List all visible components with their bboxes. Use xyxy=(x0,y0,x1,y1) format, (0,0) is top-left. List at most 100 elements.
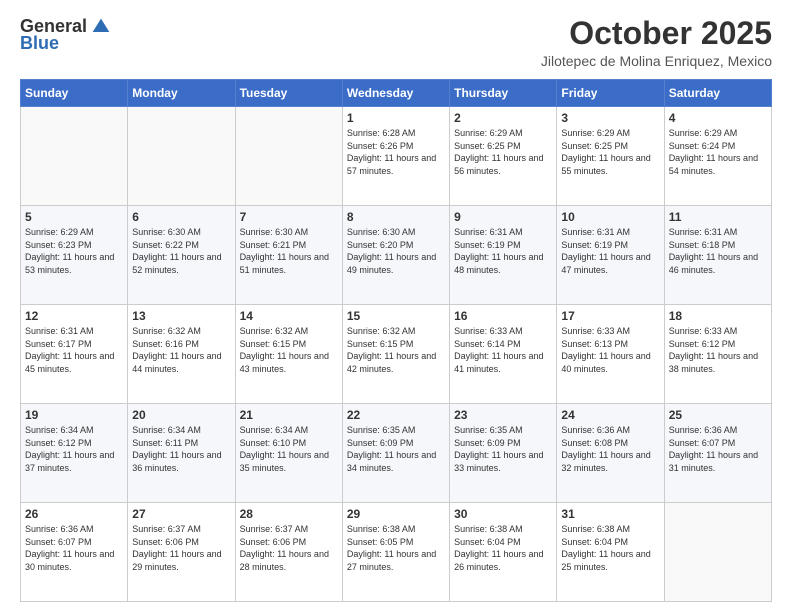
day-info: Sunrise: 6:31 AMSunset: 6:18 PMDaylight:… xyxy=(669,227,758,275)
calendar-week-row: 19 Sunrise: 6:34 AMSunset: 6:12 PMDaylig… xyxy=(21,404,772,503)
table-row: 29 Sunrise: 6:38 AMSunset: 6:05 PMDaylig… xyxy=(342,503,449,602)
day-info: Sunrise: 6:34 AMSunset: 6:11 PMDaylight:… xyxy=(132,425,221,473)
table-row: 21 Sunrise: 6:34 AMSunset: 6:10 PMDaylig… xyxy=(235,404,342,503)
col-monday: Monday xyxy=(128,80,235,107)
day-info: Sunrise: 6:29 AMSunset: 6:25 PMDaylight:… xyxy=(561,128,650,176)
day-number: 23 xyxy=(454,408,552,422)
day-info: Sunrise: 6:33 AMSunset: 6:14 PMDaylight:… xyxy=(454,326,543,374)
table-row: 18 Sunrise: 6:33 AMSunset: 6:12 PMDaylig… xyxy=(664,305,771,404)
table-row: 22 Sunrise: 6:35 AMSunset: 6:09 PMDaylig… xyxy=(342,404,449,503)
day-info: Sunrise: 6:34 AMSunset: 6:10 PMDaylight:… xyxy=(240,425,329,473)
col-saturday: Saturday xyxy=(664,80,771,107)
calendar-week-row: 12 Sunrise: 6:31 AMSunset: 6:17 PMDaylig… xyxy=(21,305,772,404)
calendar-week-row: 26 Sunrise: 6:36 AMSunset: 6:07 PMDaylig… xyxy=(21,503,772,602)
table-row xyxy=(664,503,771,602)
col-thursday: Thursday xyxy=(450,80,557,107)
page: General Blue October 2025 Jilotepec de M… xyxy=(0,0,792,612)
day-info: Sunrise: 6:36 AMSunset: 6:07 PMDaylight:… xyxy=(25,524,114,572)
day-number: 16 xyxy=(454,309,552,323)
logo: General Blue xyxy=(20,16,111,54)
day-number: 8 xyxy=(347,210,445,224)
table-row: 2 Sunrise: 6:29 AMSunset: 6:25 PMDayligh… xyxy=(450,107,557,206)
day-info: Sunrise: 6:29 AMSunset: 6:25 PMDaylight:… xyxy=(454,128,543,176)
day-info: Sunrise: 6:31 AMSunset: 6:19 PMDaylight:… xyxy=(561,227,650,275)
table-row: 19 Sunrise: 6:34 AMSunset: 6:12 PMDaylig… xyxy=(21,404,128,503)
day-info: Sunrise: 6:34 AMSunset: 6:12 PMDaylight:… xyxy=(25,425,114,473)
table-row: 10 Sunrise: 6:31 AMSunset: 6:19 PMDaylig… xyxy=(557,206,664,305)
day-number: 24 xyxy=(561,408,659,422)
day-number: 27 xyxy=(132,507,230,521)
table-row: 4 Sunrise: 6:29 AMSunset: 6:24 PMDayligh… xyxy=(664,107,771,206)
day-number: 5 xyxy=(25,210,123,224)
day-number: 7 xyxy=(240,210,338,224)
table-row: 17 Sunrise: 6:33 AMSunset: 6:13 PMDaylig… xyxy=(557,305,664,404)
day-info: Sunrise: 6:35 AMSunset: 6:09 PMDaylight:… xyxy=(347,425,436,473)
day-info: Sunrise: 6:33 AMSunset: 6:13 PMDaylight:… xyxy=(561,326,650,374)
day-number: 12 xyxy=(25,309,123,323)
location-title: Jilotepec de Molina Enriquez, Mexico xyxy=(541,53,772,69)
day-info: Sunrise: 6:32 AMSunset: 6:16 PMDaylight:… xyxy=(132,326,221,374)
table-row: 11 Sunrise: 6:31 AMSunset: 6:18 PMDaylig… xyxy=(664,206,771,305)
day-number: 14 xyxy=(240,309,338,323)
table-row: 1 Sunrise: 6:28 AMSunset: 6:26 PMDayligh… xyxy=(342,107,449,206)
table-row: 14 Sunrise: 6:32 AMSunset: 6:15 PMDaylig… xyxy=(235,305,342,404)
day-info: Sunrise: 6:30 AMSunset: 6:22 PMDaylight:… xyxy=(132,227,221,275)
table-row xyxy=(21,107,128,206)
table-row: 27 Sunrise: 6:37 AMSunset: 6:06 PMDaylig… xyxy=(128,503,235,602)
day-number: 9 xyxy=(454,210,552,224)
day-info: Sunrise: 6:38 AMSunset: 6:04 PMDaylight:… xyxy=(454,524,543,572)
day-info: Sunrise: 6:32 AMSunset: 6:15 PMDaylight:… xyxy=(240,326,329,374)
day-info: Sunrise: 6:33 AMSunset: 6:12 PMDaylight:… xyxy=(669,326,758,374)
day-info: Sunrise: 6:32 AMSunset: 6:15 PMDaylight:… xyxy=(347,326,436,374)
day-info: Sunrise: 6:38 AMSunset: 6:04 PMDaylight:… xyxy=(561,524,650,572)
table-row: 25 Sunrise: 6:36 AMSunset: 6:07 PMDaylig… xyxy=(664,404,771,503)
table-row: 24 Sunrise: 6:36 AMSunset: 6:08 PMDaylig… xyxy=(557,404,664,503)
day-info: Sunrise: 6:37 AMSunset: 6:06 PMDaylight:… xyxy=(132,524,221,572)
col-wednesday: Wednesday xyxy=(342,80,449,107)
table-row: 13 Sunrise: 6:32 AMSunset: 6:16 PMDaylig… xyxy=(128,305,235,404)
calendar-table: Sunday Monday Tuesday Wednesday Thursday… xyxy=(20,79,772,602)
table-row: 8 Sunrise: 6:30 AMSunset: 6:20 PMDayligh… xyxy=(342,206,449,305)
day-info: Sunrise: 6:37 AMSunset: 6:06 PMDaylight:… xyxy=(240,524,329,572)
logo-blue-text: Blue xyxy=(20,33,59,54)
day-number: 13 xyxy=(132,309,230,323)
table-row: 20 Sunrise: 6:34 AMSunset: 6:11 PMDaylig… xyxy=(128,404,235,503)
day-info: Sunrise: 6:35 AMSunset: 6:09 PMDaylight:… xyxy=(454,425,543,473)
day-number: 1 xyxy=(347,111,445,125)
day-number: 3 xyxy=(561,111,659,125)
day-info: Sunrise: 6:30 AMSunset: 6:20 PMDaylight:… xyxy=(347,227,436,275)
day-info: Sunrise: 6:28 AMSunset: 6:26 PMDaylight:… xyxy=(347,128,436,176)
col-sunday: Sunday xyxy=(21,80,128,107)
col-tuesday: Tuesday xyxy=(235,80,342,107)
day-number: 17 xyxy=(561,309,659,323)
day-number: 21 xyxy=(240,408,338,422)
table-row: 30 Sunrise: 6:38 AMSunset: 6:04 PMDaylig… xyxy=(450,503,557,602)
day-number: 30 xyxy=(454,507,552,521)
day-number: 10 xyxy=(561,210,659,224)
calendar-week-row: 5 Sunrise: 6:29 AMSunset: 6:23 PMDayligh… xyxy=(21,206,772,305)
calendar-week-row: 1 Sunrise: 6:28 AMSunset: 6:26 PMDayligh… xyxy=(21,107,772,206)
day-info: Sunrise: 6:31 AMSunset: 6:17 PMDaylight:… xyxy=(25,326,114,374)
day-number: 31 xyxy=(561,507,659,521)
day-number: 6 xyxy=(132,210,230,224)
table-row xyxy=(235,107,342,206)
header: General Blue October 2025 Jilotepec de M… xyxy=(20,16,772,69)
day-number: 26 xyxy=(25,507,123,521)
day-number: 11 xyxy=(669,210,767,224)
day-info: Sunrise: 6:30 AMSunset: 6:21 PMDaylight:… xyxy=(240,227,329,275)
day-info: Sunrise: 6:29 AMSunset: 6:24 PMDaylight:… xyxy=(669,128,758,176)
day-number: 29 xyxy=(347,507,445,521)
table-row: 9 Sunrise: 6:31 AMSunset: 6:19 PMDayligh… xyxy=(450,206,557,305)
day-number: 18 xyxy=(669,309,767,323)
day-info: Sunrise: 6:31 AMSunset: 6:19 PMDaylight:… xyxy=(454,227,543,275)
day-info: Sunrise: 6:36 AMSunset: 6:07 PMDaylight:… xyxy=(669,425,758,473)
day-number: 20 xyxy=(132,408,230,422)
table-row: 31 Sunrise: 6:38 AMSunset: 6:04 PMDaylig… xyxy=(557,503,664,602)
table-row: 28 Sunrise: 6:37 AMSunset: 6:06 PMDaylig… xyxy=(235,503,342,602)
day-number: 19 xyxy=(25,408,123,422)
table-row: 6 Sunrise: 6:30 AMSunset: 6:22 PMDayligh… xyxy=(128,206,235,305)
table-row: 23 Sunrise: 6:35 AMSunset: 6:09 PMDaylig… xyxy=(450,404,557,503)
day-number: 4 xyxy=(669,111,767,125)
day-info: Sunrise: 6:29 AMSunset: 6:23 PMDaylight:… xyxy=(25,227,114,275)
day-number: 28 xyxy=(240,507,338,521)
